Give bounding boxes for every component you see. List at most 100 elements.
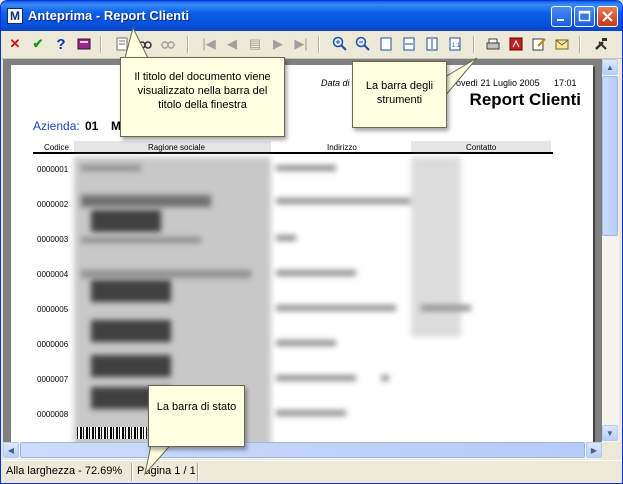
barcode [77, 427, 147, 439]
first-page-icon[interactable]: |◀ [199, 34, 219, 54]
redacted-text [276, 375, 356, 381]
azienda-label: Azienda: [33, 119, 80, 133]
app-icon[interactable]: M [7, 8, 23, 24]
status-bar: Alla larghezza - 72.69% Pagina 1 / 1 [1, 460, 622, 483]
tools-icon[interactable] [591, 34, 611, 54]
scroll-up-icon[interactable]: ▲ [602, 59, 618, 75]
callout-title-text: Il titolo del documento viene visualizza… [134, 71, 271, 111]
azienda-value: 01 [85, 119, 99, 133]
report-time: 17:01 [554, 78, 577, 88]
svg-text:1:1: 1:1 [452, 43, 461, 49]
redacted-text [81, 270, 251, 278]
column-header-ragione: Ragione sociale [148, 143, 205, 152]
status-zoom: Alla larghezza - 72.69% [6, 465, 123, 477]
report-date-value: ovedì 21 Luglio 2005 [456, 78, 540, 88]
row-code: 0000007 [37, 375, 69, 384]
status-page: Pagina 1 / 1 [137, 465, 196, 477]
export-pdf-icon[interactable] [506, 34, 526, 54]
preview-area[interactable]: Data di ovedì 21 Luglio 2005 17:01 Repor… [3, 59, 602, 442]
fit-width-icon[interactable] [399, 34, 419, 54]
column-header-indirizzo: Indirizzo [327, 143, 357, 152]
cancel-x-icon[interactable]: ✕ [5, 34, 25, 54]
multi-page-icon[interactable]: ▤ [245, 34, 265, 54]
redacted-text [276, 305, 396, 311]
zoom-out-icon[interactable] [353, 34, 373, 54]
callout-toolbar-text: La barra degli strumenti [365, 80, 434, 106]
find-next-icon[interactable] [158, 34, 178, 54]
minimize-icon [557, 19, 564, 21]
redacted-text [276, 410, 346, 416]
redacted-barcode [91, 355, 171, 377]
book-icon[interactable] [74, 34, 94, 54]
confirm-check-icon[interactable]: ✔ [28, 34, 48, 54]
redacted-barcode [91, 280, 171, 302]
row-code: 0000004 [37, 270, 69, 279]
scroll-right-icon[interactable]: ▶ [586, 442, 602, 458]
horizontal-scrollbar[interactable]: ◀ ▶ [3, 442, 602, 459]
redacted-barcode [91, 320, 171, 342]
toolbar-separator [100, 36, 102, 53]
redacted-text [276, 165, 336, 171]
row-code: 0000005 [37, 305, 69, 314]
edit-document-icon[interactable] [529, 34, 549, 54]
header-rule [33, 152, 553, 154]
email-icon[interactable] [552, 34, 572, 54]
toolbar-separator [187, 36, 189, 53]
row-code: 0000008 [37, 410, 69, 419]
callout-title-bar: Il titolo del documento viene visualizza… [120, 57, 285, 137]
next-page-icon[interactable]: ▶ [268, 34, 288, 54]
redacted-text [381, 375, 389, 381]
zoom-in-icon[interactable] [330, 34, 350, 54]
redacted-text [81, 237, 201, 243]
redacted-text [276, 270, 356, 276]
status-divider [131, 463, 133, 481]
column-header-codice: Codice [44, 143, 69, 152]
title-bar[interactable]: M Anteprima - Report Clienti [1, 1, 622, 31]
toolbar-separator [473, 36, 475, 53]
callout-status-bar: La barra di stato [148, 385, 245, 447]
print-icon[interactable] [483, 34, 503, 54]
row-code: 0000002 [37, 200, 69, 209]
row-code: 0000003 [37, 235, 69, 244]
fit-height-icon[interactable] [422, 34, 442, 54]
close-icon [602, 11, 613, 22]
app-window: M Anteprima - Report Clienti ✕ ✔ ? |◀ ◀ … [0, 0, 623, 484]
scroll-down-icon[interactable]: ▼ [602, 425, 618, 441]
report-date-label: Data di [321, 78, 350, 88]
scroll-left-icon[interactable]: ◀ [3, 442, 19, 458]
toolbar-separator [579, 36, 581, 53]
status-divider [197, 463, 199, 481]
redacted-text [276, 198, 411, 204]
callout-toolbar: La barra degli strumenti [352, 61, 447, 128]
find-icon[interactable] [135, 34, 155, 54]
redacted-text [81, 195, 211, 207]
last-page-icon[interactable]: ▶| [291, 34, 311, 54]
scroll-corner [602, 442, 619, 459]
callout-status-text: La barra di stato [156, 401, 237, 413]
close-button[interactable] [597, 6, 618, 27]
actual-size-icon[interactable]: 1:1 [445, 34, 465, 54]
row-code: 0000001 [37, 165, 69, 174]
vertical-scrollbar[interactable]: ▲ ▼ [602, 59, 619, 442]
redacted-text [81, 165, 141, 171]
page-setup-icon[interactable] [112, 34, 132, 54]
vertical-scroll-thumb[interactable] [602, 76, 618, 236]
report-title: Report Clienti [469, 90, 581, 109]
redacted-text [421, 305, 471, 311]
redacted-text [276, 235, 296, 241]
toolbar: ✕ ✔ ? |◀ ◀ ▤ ▶ ▶| 1:1 [1, 31, 622, 59]
redacted-barcode [91, 210, 161, 232]
help-icon[interactable]: ? [51, 34, 71, 54]
prev-page-icon[interactable]: ◀ [222, 34, 242, 54]
column-header-contatto: Contatto [466, 143, 497, 152]
redacted-text [276, 340, 336, 346]
toolbar-separator [318, 36, 320, 53]
report-page: Data di ovedì 21 Luglio 2005 17:01 Repor… [11, 65, 593, 442]
minimize-button[interactable] [551, 6, 572, 27]
maximize-icon [578, 10, 591, 22]
horizontal-scroll-thumb[interactable] [20, 442, 585, 458]
window-title: Anteprima - Report Clienti [28, 8, 190, 23]
maximize-button[interactable] [574, 6, 595, 27]
row-code: 0000006 [37, 340, 69, 349]
fit-page-icon[interactable] [376, 34, 396, 54]
